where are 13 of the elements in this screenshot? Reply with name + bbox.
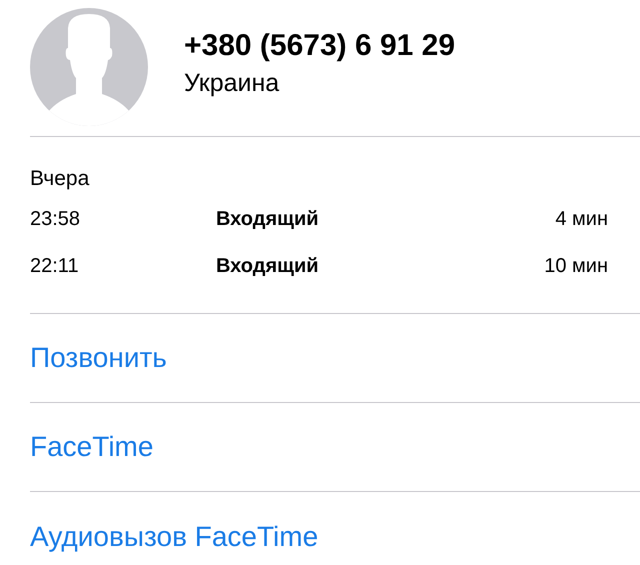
action-link[interactable]: Аудиовызов FaceTime [30, 520, 318, 552]
phone-number: +380 (5673) 6 91 29 [184, 28, 456, 64]
call-time: 23:58 [30, 207, 82, 231]
date-label: Вчера [30, 166, 90, 192]
action-link[interactable]: Позвонить [30, 342, 167, 374]
call-duration: 10 мин [544, 254, 608, 278]
call-time: 22:11 [30, 254, 80, 278]
location-label: Украина [184, 68, 280, 99]
avatar-icon [30, 8, 148, 126]
action-link[interactable]: FaceTime [30, 431, 154, 463]
call-type: Входящий [216, 207, 320, 231]
call-duration: 4 мин [555, 207, 608, 231]
call-type: Входящий [216, 254, 320, 278]
